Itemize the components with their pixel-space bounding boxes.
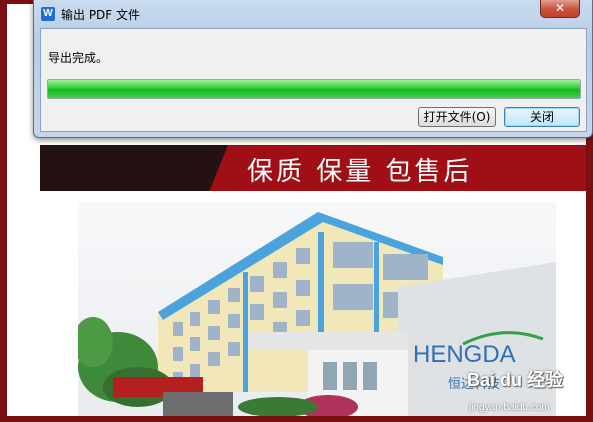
dialog-titlebar[interactable]: W 输出 PDF 文件 ✕ bbox=[34, 0, 592, 28]
titlebar-close-button[interactable]: ✕ bbox=[540, 0, 580, 18]
close-button[interactable]: 关闭 bbox=[504, 107, 580, 127]
open-file-button[interactable]: 打开文件(O) bbox=[418, 107, 496, 127]
export-pdf-dialog: W 输出 PDF 文件 ✕ 导出完成。 打开文件(O) 关闭 bbox=[33, 0, 593, 138]
export-progress-fill bbox=[48, 80, 580, 98]
dialog-body: 导出完成。 打开文件(O) 关闭 bbox=[40, 28, 587, 132]
company-sign: HENGDA bbox=[413, 341, 516, 368]
red-banner: 保质 保量 包售后 bbox=[40, 145, 586, 191]
banner-slogan: 保质 保量 包售后 bbox=[247, 157, 473, 187]
export-progress-bar bbox=[47, 79, 581, 99]
baidu-watermark: Bai du 经验 bbox=[467, 370, 564, 390]
wps-app-icon: W bbox=[41, 7, 55, 21]
baidu-watermark-url: jingyan.baidu.com bbox=[469, 402, 550, 413]
export-status-text: 导出完成。 bbox=[48, 51, 109, 65]
dialog-title: 输出 PDF 文件 bbox=[61, 8, 141, 22]
close-icon: ✕ bbox=[554, 1, 566, 15]
